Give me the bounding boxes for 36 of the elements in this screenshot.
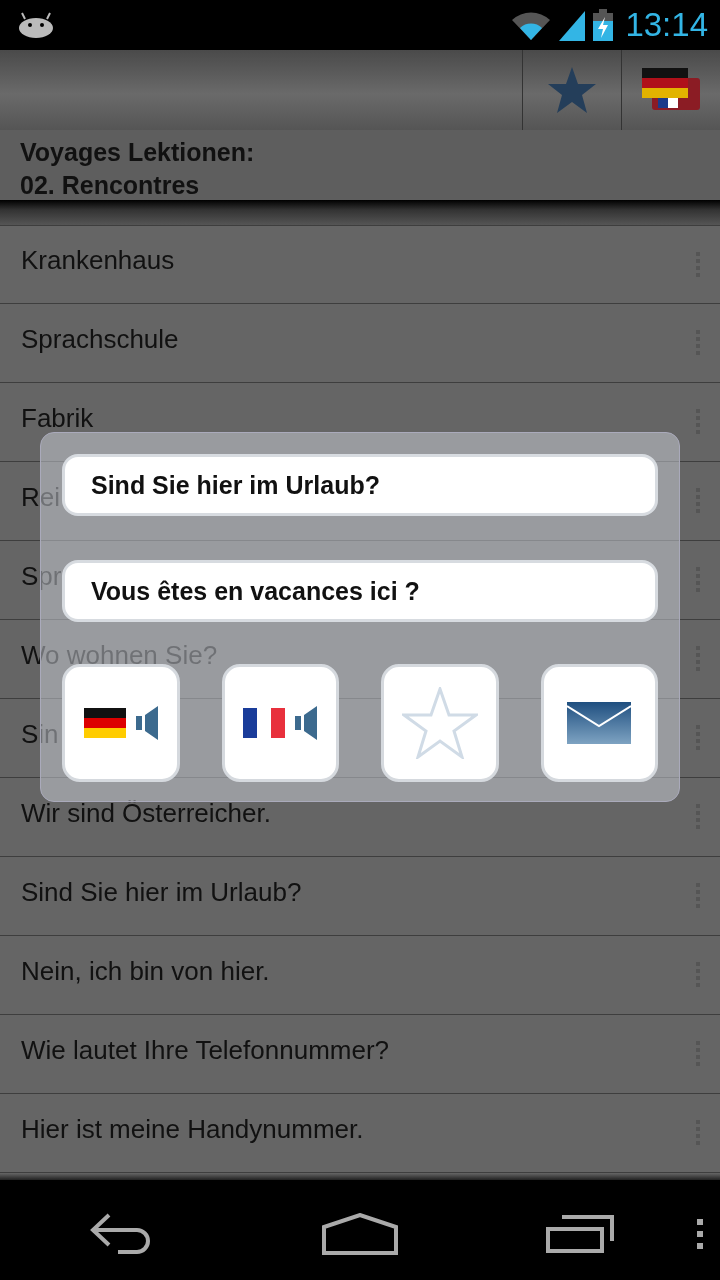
home-icon bbox=[322, 1213, 398, 1255]
list-item[interactable]: Wie lautet Ihre Telefonnummer? bbox=[0, 1015, 720, 1094]
item-text: Wir sind Österreicher. bbox=[21, 797, 271, 829]
item-text: Hier ist meine Handynummer. bbox=[21, 1113, 364, 1145]
star-icon bbox=[547, 66, 597, 114]
android-icon bbox=[18, 12, 54, 38]
wifi-icon bbox=[511, 10, 552, 40]
item-text: Sind Sie hier im Urlaub? bbox=[21, 876, 302, 908]
more-icon bbox=[697, 1219, 703, 1249]
speaker-icon bbox=[135, 705, 158, 741]
play-german-button[interactable] bbox=[62, 664, 180, 782]
lesson-subtitle: 02. Rencontres bbox=[20, 170, 201, 201]
item-text: Wie lautet Ihre Telefonnummer? bbox=[21, 1034, 390, 1066]
item-text: Krankenhaus bbox=[21, 245, 175, 276]
play-french-button[interactable] bbox=[221, 664, 339, 782]
list-item[interactable]: Nein, ich bin von hier. bbox=[0, 936, 720, 1015]
star-icon bbox=[401, 687, 478, 759]
phrase-field: Sind Sie hier im Urlaub? bbox=[62, 454, 658, 516]
list-item[interactable]: Sprachschule bbox=[0, 304, 720, 383]
battery-icon bbox=[593, 9, 614, 41]
speaker-icon bbox=[295, 705, 318, 741]
clock-text: 13:14 bbox=[625, 6, 708, 44]
item-text: Fabrik bbox=[21, 402, 94, 434]
email-button[interactable] bbox=[540, 664, 658, 782]
list-item[interactable]: Sind Sie hier im Urlaub? bbox=[0, 857, 720, 936]
lesson-title: Voyages Lektionen: bbox=[20, 137, 256, 168]
item-text: Nein, ich bin von hier. bbox=[21, 955, 270, 987]
list-item[interactable]: Krankenhaus bbox=[0, 225, 720, 304]
german-flag-icon bbox=[83, 708, 126, 738]
signal-icon bbox=[557, 9, 588, 41]
envelope-icon bbox=[567, 702, 632, 744]
item-text: Rei bbox=[21, 481, 60, 513]
french-flag-icon bbox=[243, 708, 286, 738]
item-text: Sprachschule bbox=[21, 323, 179, 355]
recent-apps-icon bbox=[546, 1215, 614, 1253]
phrase-field: Vous êtes en vacances ici ? bbox=[62, 560, 658, 622]
